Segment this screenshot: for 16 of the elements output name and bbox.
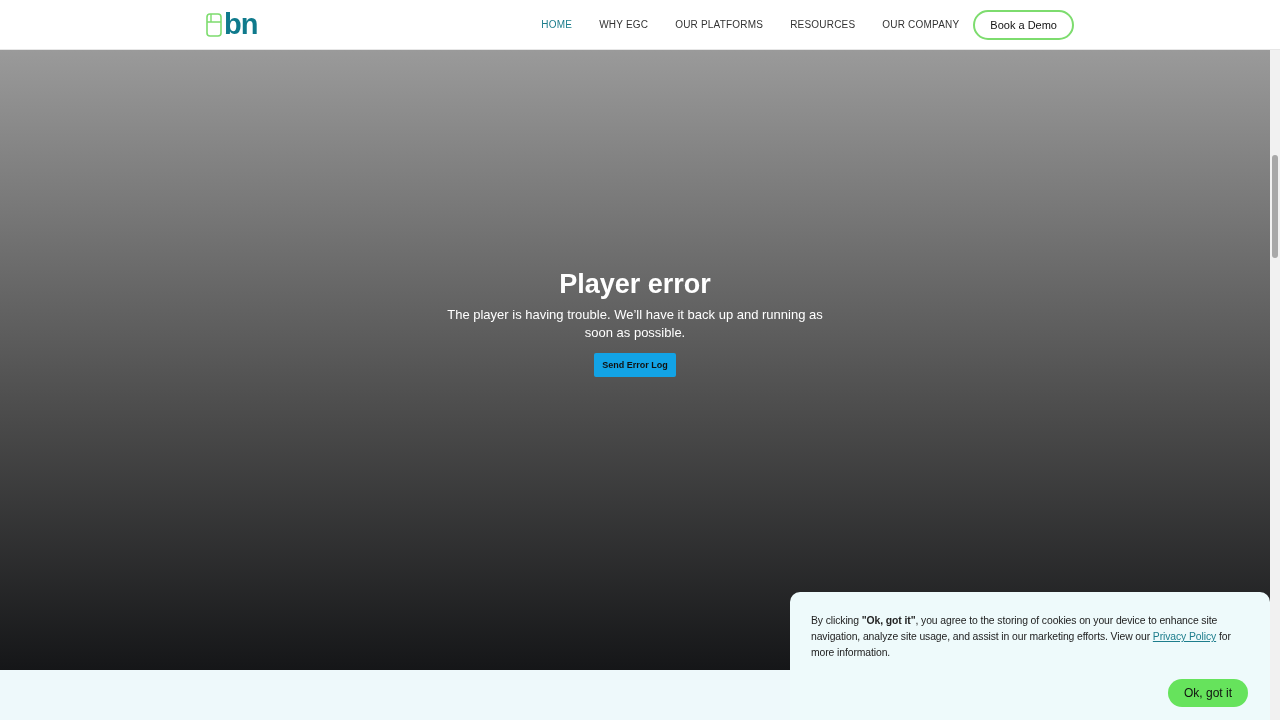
scrollbar-thumb[interactable] — [1272, 155, 1278, 258]
nav-link[interactable]: WHY EGC — [599, 19, 649, 30]
cookie-text: By clicking "Ok, got it", you agree to the storing of cookies on your device to enhance site navigation, analyze site usage, and assist in our marketing efforts. View our Privacy Policy for more information. — [811, 614, 1232, 660]
nav-link[interactable]: OUR COMPANY — [882, 19, 960, 30]
book-demo-button[interactable]: Book a Demo — [973, 9, 1074, 40]
nav-link[interactable]: RESOURCES — [790, 19, 856, 30]
nav-link[interactable]: OUR PLATFORMS — [675, 19, 764, 30]
error-title: Player error — [559, 268, 711, 300]
logo-text[interactable]: bn — [224, 10, 258, 39]
accept-button[interactable]: Ok, got it — [1167, 679, 1248, 707]
error-message: The player is having trouble. We’ll have it back up and running as soon as possible. — [446, 306, 824, 342]
scrollbar[interactable] — [1270, 50, 1280, 720]
send-error-log-button[interactable]: Send Error Log — [594, 353, 676, 377]
logo-icon — [206, 12, 222, 37]
privacy-policy-link[interactable]: Privacy Policy — [1152, 631, 1217, 642]
nav-link[interactable]: HOME — [541, 19, 573, 30]
